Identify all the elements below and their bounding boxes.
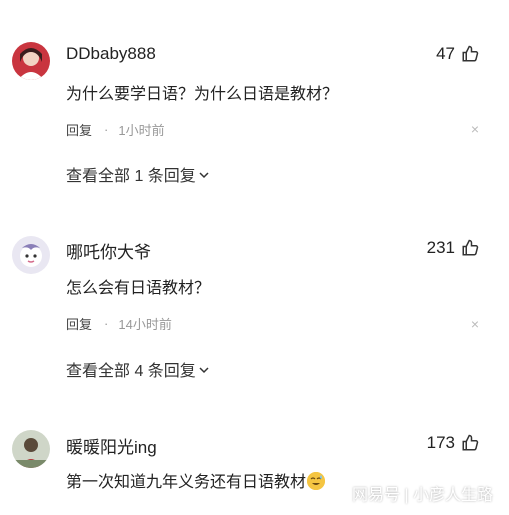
comment-meta: 回复 · 14小时前 bbox=[66, 314, 172, 333]
username[interactable]: 哪吒你大爷 bbox=[66, 238, 151, 263]
like-group[interactable]: 47 bbox=[436, 44, 479, 64]
avatar[interactable] bbox=[12, 236, 50, 274]
separator-dot: · bbox=[104, 122, 109, 137]
like-count: 173 bbox=[426, 433, 455, 452]
comment-text: 第一次知道九年义务还有日语教材 bbox=[66, 468, 326, 492]
like-count: 47 bbox=[436, 44, 455, 63]
thumbs-up-icon[interactable] bbox=[461, 239, 479, 257]
timestamp: 14小时前 bbox=[118, 317, 172, 332]
view-all-label: 查看全部 4 条回复 bbox=[66, 363, 196, 380]
close-icon[interactable]: × bbox=[471, 316, 479, 332]
close-icon[interactable]: × bbox=[471, 121, 479, 137]
view-all-replies[interactable]: 查看全部 1 条回复 bbox=[66, 162, 210, 186]
comment-text: 怎么会有日语教材？ bbox=[66, 280, 211, 297]
avatar[interactable] bbox=[12, 430, 50, 468]
comment-meta: 回复 · 1小时前 bbox=[66, 120, 165, 139]
view-all-label: 查看全部 1 条回复 bbox=[66, 168, 196, 185]
comment-text-body: 第一次知道九年义务还有日语教材 bbox=[66, 474, 307, 491]
grinning-sweat-emoji-icon bbox=[307, 472, 326, 490]
view-all-replies[interactable]: 查看全部 4 条回复 bbox=[66, 357, 210, 381]
avatar[interactable] bbox=[12, 42, 50, 80]
thumbs-up-icon[interactable] bbox=[461, 45, 479, 63]
reply-button[interactable]: 回复 bbox=[66, 120, 92, 139]
like-count: 231 bbox=[426, 238, 455, 257]
username[interactable]: DDbaby888 bbox=[66, 44, 156, 64]
timestamp: 1小时前 bbox=[118, 123, 165, 138]
watermark: 网易号 | 小彦人生路 bbox=[351, 487, 493, 504]
chevron-down-icon bbox=[198, 168, 210, 180]
comment-text: 为什么要学日语？为什么日语是教材？ bbox=[66, 86, 339, 103]
reply-button[interactable]: 回复 bbox=[66, 314, 92, 333]
like-group[interactable]: 231 bbox=[427, 238, 479, 258]
chevron-down-icon bbox=[198, 363, 210, 375]
like-group[interactable]: 173 bbox=[427, 433, 479, 453]
thumbs-up-icon[interactable] bbox=[461, 434, 479, 452]
separator-dot: · bbox=[104, 316, 109, 331]
username[interactable]: 暖暖阳光ing bbox=[66, 433, 157, 458]
